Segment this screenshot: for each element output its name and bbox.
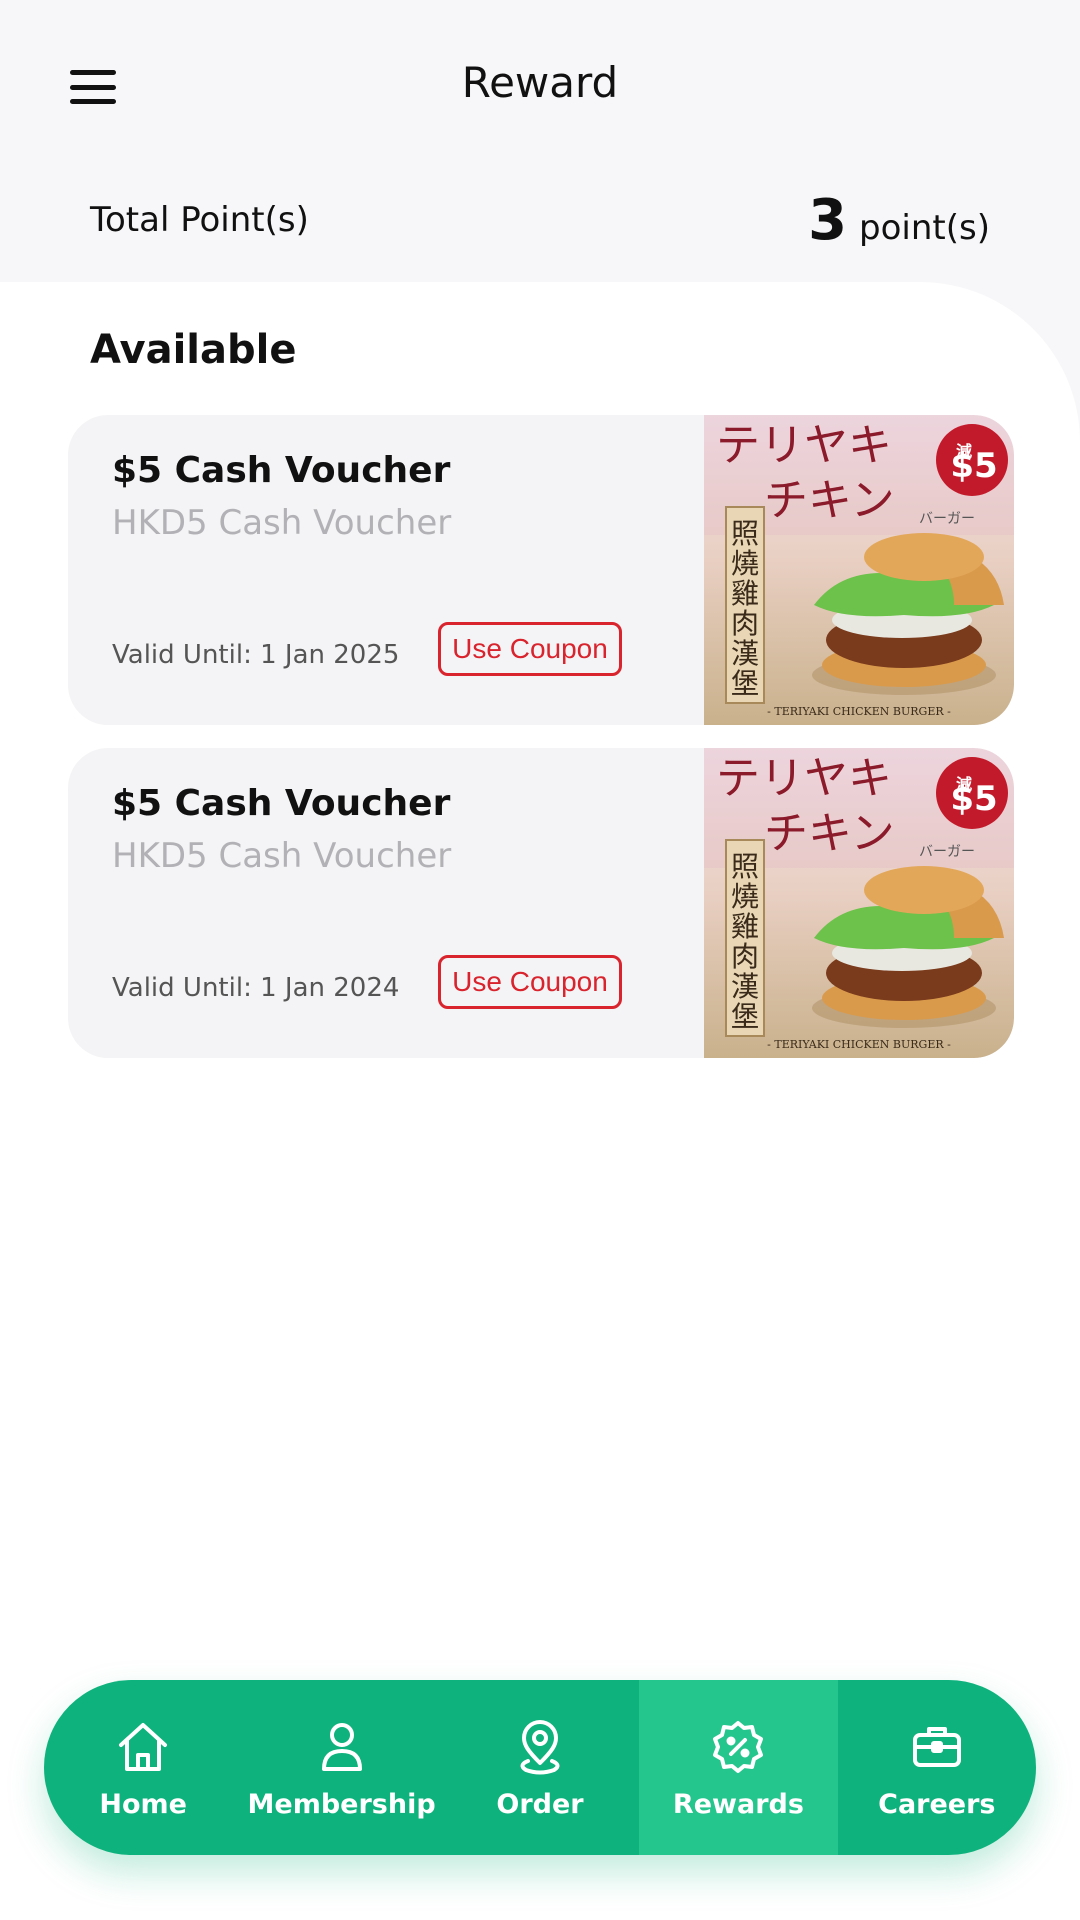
voucher-card[interactable]: $5 Cash Voucher HKD5 Cash Voucher Valid …: [68, 748, 1014, 1058]
svg-text:テリヤキ: テリヤキ: [716, 753, 892, 804]
svg-text:バーガー: バーガー: [919, 844, 975, 860]
svg-text:$5: $5: [950, 779, 997, 819]
bottom-navigation: Home Membership Order Rewards Careers: [44, 1680, 1036, 1855]
svg-text:照: 照: [731, 850, 759, 883]
discount-badge-icon: [713, 1721, 764, 1773]
voucher-valid-until: Valid Until: 1 Jan 2024: [112, 973, 400, 1003]
voucher-card[interactable]: $5 Cash Voucher HKD5 Cash Voucher Valid …: [68, 415, 1014, 725]
voucher-title: $5 Cash Voucher: [112, 783, 451, 824]
svg-text:肉: 肉: [731, 940, 759, 973]
points-unit: point(s): [859, 207, 990, 248]
svg-text:$5: $5: [950, 446, 997, 486]
page-title: Reward: [461, 58, 619, 107]
app-header: Reward: [0, 0, 1080, 175]
nav-label: Home: [99, 1789, 187, 1820]
voucher-image: テリヤキ チキン バーガー 照 燒 雞 肉 漢 堡 減 $5 - TERIYAK…: [704, 748, 1014, 1058]
location-pin-icon: [520, 1720, 560, 1775]
nav-item-order[interactable]: Order: [441, 1680, 639, 1855]
section-title-available: Available: [90, 327, 297, 373]
svg-text:燒: 燒: [731, 880, 759, 913]
voucher-title: $5 Cash Voucher: [112, 450, 451, 491]
nav-item-home[interactable]: Home: [44, 1680, 242, 1855]
rewards-panel: Available $5 Cash Voucher HKD5 Cash Vouc…: [0, 282, 1080, 1920]
promo-small-text: バーガー: [919, 511, 975, 527]
svg-text:照: 照: [731, 517, 759, 550]
svg-text:- TERIYAKI CHICKEN BURGER -: - TERIYAKI CHICKEN BURGER -: [767, 705, 951, 718]
svg-text:堡: 堡: [731, 1000, 759, 1033]
nav-item-rewards[interactable]: Rewards: [639, 1680, 838, 1855]
total-points-value: 3 point(s): [808, 188, 990, 253]
voucher-valid-until: Valid Until: 1 Jan 2025: [112, 640, 400, 670]
nav-label: Careers: [878, 1789, 996, 1820]
voucher-image: テリヤキ チキン バーガー 照 燒 雞 肉 漢 堡 減 $5 - TERIYAK…: [704, 415, 1014, 725]
svg-text:漢: 漢: [731, 970, 759, 1003]
nav-item-membership[interactable]: Membership: [242, 1680, 440, 1855]
nav-label: Order: [496, 1789, 584, 1820]
promo-headline-2: チキン: [764, 475, 895, 526]
svg-text:漢: 漢: [731, 637, 759, 670]
total-points-row: Total Point(s) 3 point(s): [90, 185, 990, 255]
svg-text:堡: 堡: [731, 667, 759, 700]
nav-label: Membership: [247, 1789, 436, 1820]
points-number: 3: [808, 187, 848, 253]
use-coupon-button[interactable]: Use Coupon: [438, 955, 622, 1009]
promo-headline: テリヤキ: [716, 420, 892, 471]
svg-text:雞: 雞: [731, 910, 759, 943]
person-icon: [321, 1723, 362, 1771]
svg-text:- TERIYAKI CHICKEN BURGER -: - TERIYAKI CHICKEN BURGER -: [767, 1038, 951, 1051]
nav-label: Rewards: [672, 1789, 804, 1820]
voucher-subtitle: HKD5 Cash Voucher: [112, 503, 452, 543]
nav-item-careers[interactable]: Careers: [838, 1680, 1036, 1855]
home-icon: [119, 1723, 168, 1771]
svg-text:肉: 肉: [731, 607, 759, 640]
svg-text:雞: 雞: [731, 577, 759, 610]
svg-text:燒: 燒: [731, 547, 759, 580]
voucher-subtitle: HKD5 Cash Voucher: [112, 836, 452, 876]
use-coupon-button[interactable]: Use Coupon: [438, 622, 622, 676]
total-points-label: Total Point(s): [90, 200, 309, 240]
briefcase-icon: [912, 1727, 961, 1767]
svg-text:チキン: チキン: [764, 808, 895, 859]
